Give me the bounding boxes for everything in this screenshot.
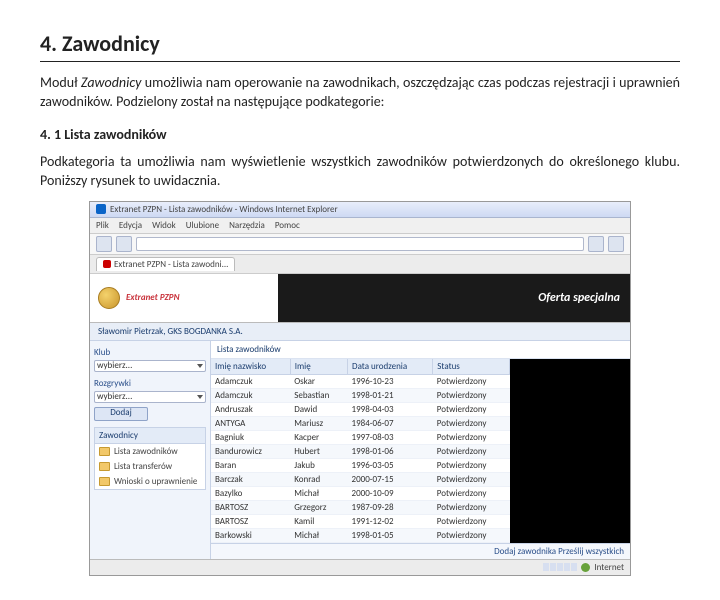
tab-strip: Extranet PZPN - Lista zawodni...	[90, 255, 630, 274]
forward-button[interactable]	[116, 236, 132, 252]
add-button[interactable]: Dodaj	[94, 407, 148, 421]
sidebar-item-list[interactable]: Lista zawodników	[95, 444, 205, 459]
breadcrumb: Sławomir Pietrzak, GKS BOGDANKA S.A.	[90, 323, 630, 341]
table-row[interactable]: BagniukKacper1997-08-03Potwierdzony	[211, 430, 510, 444]
folder-icon	[99, 477, 110, 486]
menu-edit[interactable]: Edycja	[119, 220, 142, 231]
table-header[interactable]: Imię	[290, 359, 347, 375]
ad-banner[interactable]: Oferta specjalna	[278, 274, 630, 322]
table-row[interactable]: BARTOSZKamil1991-12-02Potwierdzony	[211, 514, 510, 528]
address-bar[interactable]	[136, 237, 584, 251]
content-area: Klub wybierz... Rozgrywki wybierz... Dod…	[90, 341, 630, 559]
preview-panel	[510, 359, 630, 543]
table-row[interactable]: AdamczukOskar1996-10-23Potwierdzony	[211, 374, 510, 388]
ie-icon	[96, 204, 106, 214]
brand-name: Extranet PZPN	[126, 292, 180, 303]
sidebar-section-header: Zawodnicy	[95, 428, 205, 444]
table-row[interactable]: AdamczukSebastian1998-01-21Potwierdzony	[211, 388, 510, 402]
ad-title: Oferta specjalna	[538, 291, 620, 305]
brand-area: Extranet PZPN	[90, 274, 278, 322]
browser-tab[interactable]: Extranet PZPN - Lista zawodni...	[96, 257, 235, 271]
intro-paragraph: Moduł Zawodnicy umożliwia nam operowanie…	[40, 74, 680, 112]
players-table: Imię nazwiskoImięData urodzeniaStatus Ad…	[211, 359, 510, 543]
klub-select[interactable]: wybierz...	[94, 360, 206, 372]
window-title: Extranet PZPN - Lista zawodników - Windo…	[110, 204, 338, 215]
window-titlebar: Extranet PZPN - Lista zawodników - Windo…	[90, 202, 630, 218]
table-row[interactable]: ANTYGAMariusz1984-06-07Potwierdzony	[211, 416, 510, 430]
chevron-down-icon	[197, 364, 203, 368]
rozgrywki-select[interactable]: wybierz...	[94, 391, 206, 403]
table-area: Imię nazwiskoImięData urodzeniaStatus Ad…	[211, 359, 510, 543]
table-row[interactable]: AndruszakDawid1998-04-03Potwierdzony	[211, 402, 510, 416]
rozgrywki-label: Rozgrywki	[94, 376, 206, 391]
sidebar-item-requests[interactable]: Wnioski o uprawnienie	[95, 474, 205, 489]
menu-fav[interactable]: Ulubione	[186, 220, 219, 231]
main-panel: Lista zawodników Imię nazwiskoImięData u…	[211, 341, 630, 559]
subsection-heading: 4. 1 Lista zawodników	[40, 126, 680, 143]
menu-help[interactable]: Pomoc	[275, 220, 300, 231]
klub-label: Klub	[94, 345, 206, 360]
table-row[interactable]: BaranJakub1996-03-05Potwierdzony	[211, 458, 510, 472]
sidebar: Klub wybierz... Rozgrywki wybierz... Dod…	[90, 341, 211, 559]
table-header[interactable]: Data urodzenia	[348, 359, 433, 375]
main-title: Lista zawodników	[211, 341, 630, 359]
subsection-paragraph: Podkategoria ta umożliwia nam wyświetlen…	[40, 153, 680, 191]
pzpn-logo-icon	[98, 287, 120, 309]
tab-title: Extranet PZPN - Lista zawodni...	[114, 259, 228, 270]
menu-tools[interactable]: Narzędzia	[229, 220, 265, 231]
menubar[interactable]: Plik Edycja Widok Ulubione Narzędzia Pom…	[90, 218, 630, 234]
folder-icon	[99, 462, 110, 471]
stop-button[interactable]	[608, 236, 624, 252]
table-header[interactable]: Imię nazwisko	[211, 359, 290, 375]
menu-view[interactable]: Widok	[152, 220, 176, 231]
chevron-down-icon	[197, 395, 203, 399]
folder-icon	[99, 447, 110, 456]
menu-file[interactable]: Plik	[96, 220, 109, 231]
table-row[interactable]: BandurowiczHubert1998-01-06Potwierdzony	[211, 444, 510, 458]
pzpn-favicon	[103, 260, 111, 268]
nav-toolbar	[90, 234, 630, 255]
section-heading: 4. Zawodnicy	[40, 30, 680, 62]
internet-zone-icon	[581, 563, 590, 572]
table-footer[interactable]: Dodaj zawodnika Prześlij wszystkich	[211, 543, 630, 559]
back-button[interactable]	[96, 236, 112, 252]
site-banner: Extranet PZPN Oferta specjalna	[90, 274, 630, 323]
status-text: Internet	[594, 562, 624, 573]
embedded-screenshot: Extranet PZPN - Lista zawodników - Windo…	[89, 201, 631, 576]
browser-statusbar: Internet	[90, 559, 630, 575]
table-row[interactable]: BARTOSZGrzegorz1987-09-28Potwierdzony	[211, 500, 510, 514]
refresh-button[interactable]	[588, 236, 604, 252]
table-row[interactable]: BarczakKonrad2000-07-15Potwierdzony	[211, 472, 510, 486]
zone-slider	[543, 563, 577, 571]
sidebar-item-transfers[interactable]: Lista transferów	[95, 459, 205, 474]
sidebar-section: Zawodnicy Lista zawodników Lista transfe…	[94, 427, 206, 490]
table-row[interactable]: BazylkoMichał2000-10-09Potwierdzony	[211, 486, 510, 500]
table-header[interactable]: Status	[433, 359, 510, 375]
